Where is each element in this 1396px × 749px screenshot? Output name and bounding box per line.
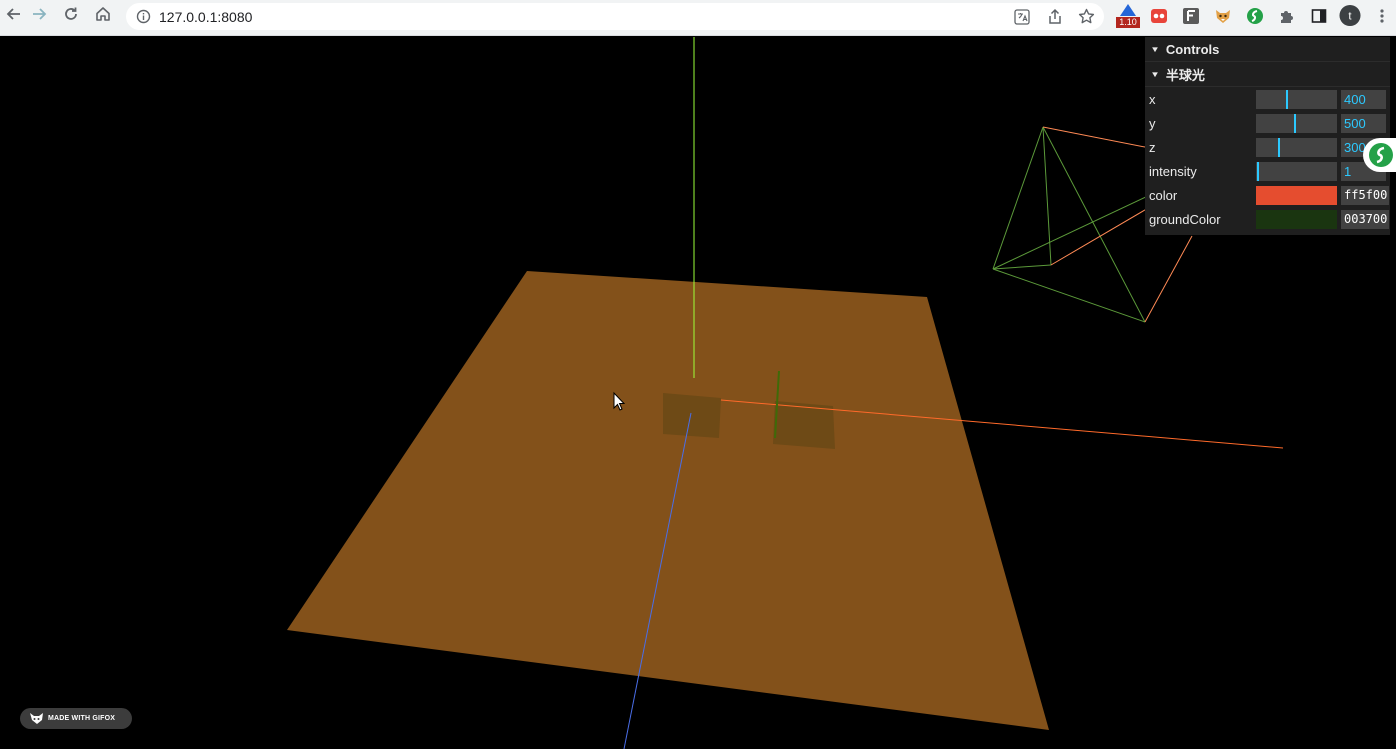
control-label: x [1149,92,1156,107]
control-label: z [1149,140,1156,155]
y-number-input[interactable]: 500 [1341,114,1386,133]
folder-controls: x 400 y 500 z 300 intensity 1 color ff5f… [1145,87,1390,231]
ground-color-hex-input[interactable]: 003700 [1341,210,1389,229]
slider-thumb[interactable] [1286,90,1288,109]
fox-logo-icon [29,712,44,727]
plane-helper-left [663,393,721,438]
x-slider[interactable] [1256,90,1337,109]
reload-icon [63,6,79,27]
chevron-down-icon: ▼ [1150,44,1160,54]
back-arrow-icon [6,6,22,27]
y-slider[interactable] [1256,114,1337,133]
slider-thumb[interactable] [1278,138,1280,157]
control-label: groundColor [1149,212,1221,227]
control-intensity: intensity 1 [1145,159,1390,183]
info-icon [136,9,151,29]
controls-title-bar[interactable]: ▼ Controls [1145,37,1390,61]
home-button[interactable] [89,4,117,28]
folder-chevron-down-icon: ▼ [1150,69,1160,79]
color-hex-input[interactable]: ff5f00 [1341,186,1389,205]
forward-arrow-icon [31,6,47,27]
controls-panel: ▼ Controls ▼ 半球光 x 400 y 500 z 300 inten… [1145,37,1390,235]
watermark-text: MADE WITH GIFOX [48,715,116,722]
green-swirl-icon [1368,142,1394,173]
home-icon [94,5,112,28]
profile-avatar[interactable]: t [1339,4,1361,26]
slider-thumb[interactable] [1294,114,1296,133]
address-bar[interactable]: 127.0.0.1:8080 [126,3,1104,30]
extension-badge-count: 1.10 [1116,17,1140,28]
control-ground-color: groundColor 003700 [1145,207,1390,231]
control-label: y [1149,116,1156,131]
intensity-slider[interactable] [1256,162,1337,181]
share-icon[interactable] [1047,8,1063,30]
extension-red-icon[interactable] [1148,5,1170,27]
folder-title-bar[interactable]: ▼ 半球光 [1145,61,1390,87]
chrome-menu-icon[interactable] [1371,5,1393,27]
x-number-input[interactable]: 400 [1341,90,1386,109]
extensions-puzzle-icon[interactable] [1276,5,1298,27]
side-panel-icon[interactable] [1308,5,1330,27]
slider-thumb[interactable] [1257,162,1259,181]
control-x: x 400 [1145,87,1390,111]
extension-green-icon[interactable] [1244,5,1266,27]
floating-extension-button[interactable] [1363,138,1396,172]
ground-color-swatch[interactable] [1256,210,1337,229]
extension-badge-button[interactable]: 1.10 [1116,4,1140,30]
z-slider[interactable] [1256,138,1337,157]
control-color: color ff5f00 [1145,183,1390,207]
back-button[interactable] [0,4,28,28]
bookmark-star-icon[interactable] [1078,8,1095,30]
forward-button[interactable] [25,4,53,28]
folder-title: 半球光 [1165,67,1205,83]
control-y: y 500 [1145,111,1390,135]
gifox-watermark: MADE WITH GIFOX [20,708,132,729]
controls-title: Controls [1165,41,1220,57]
reload-button[interactable] [57,4,85,28]
translate-icon[interactable] [1014,9,1030,30]
control-label: intensity [1149,164,1197,179]
url-text[interactable]: 127.0.0.1:8080 [159,9,252,25]
plane-helper-right [773,401,835,449]
browser-toolbar: 127.0.0.1:8080 1.10 t [0,0,1396,36]
color-swatch[interactable] [1256,186,1337,205]
control-label: color [1149,188,1178,203]
extension-fox-icon[interactable] [1212,5,1234,27]
control-z: z 300 [1145,135,1390,159]
extension-f-icon[interactable] [1180,5,1202,27]
